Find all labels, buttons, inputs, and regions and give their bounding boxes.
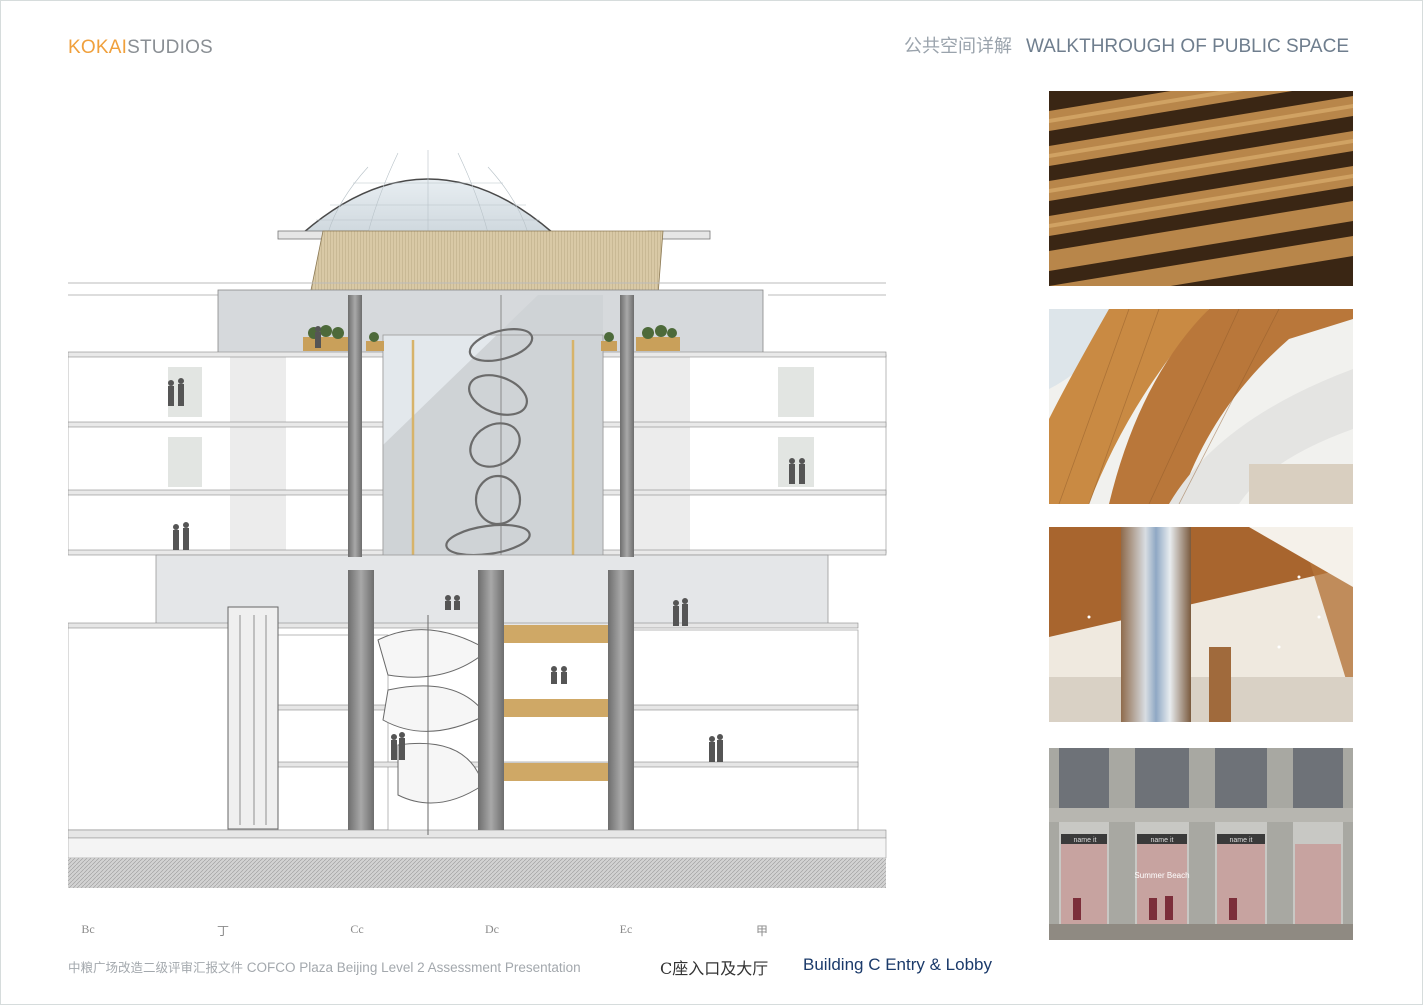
photo-column-with-wood-ceiling bbox=[1049, 527, 1353, 722]
header-title-en: WALKTHROUGH OF PUBLIC SPACE bbox=[1025, 36, 1349, 57]
axis-label-ding: 丁 bbox=[216, 924, 229, 938]
section-drawing bbox=[67, 145, 888, 890]
footer-document-title: 中粮广场改造二级评审汇报文件 COFCO Plaza Beijing Level… bbox=[68, 957, 581, 976]
brand-logo: KOKAISTUDIOS bbox=[68, 37, 213, 59]
shop-sign-1: name it bbox=[1074, 837, 1097, 844]
photo-shopfront: name it name it name it Summer Beach bbox=[1049, 748, 1353, 940]
footer-doc-zh: 中粮广场改造二级评审汇报文件 bbox=[68, 960, 244, 975]
brand-part2: STUDIOS bbox=[127, 37, 213, 58]
header-title-zh: 公共空间详解 bbox=[903, 36, 1012, 57]
axis-label-jia: 甲 bbox=[755, 924, 768, 938]
axis-label-cc: Cc bbox=[350, 922, 364, 936]
page-header: 公共空间详解 WALKTHROUGH OF PUBLIC SPACE bbox=[904, 32, 1349, 58]
footer-doc-en: COFCO Plaza Beijing Level 2 Assessment P… bbox=[246, 960, 581, 975]
shop-sign-3: name it bbox=[1230, 837, 1253, 844]
photo-wood-slat-ceiling bbox=[1049, 91, 1353, 286]
axis-label-bc: Bc bbox=[81, 922, 95, 936]
shop-sign-2: name it bbox=[1151, 837, 1174, 844]
axis-label-dc: Dc bbox=[485, 922, 499, 936]
footer-caption-zh: C座入口及大厅 bbox=[660, 959, 769, 978]
shop-display-text: Summer Beach bbox=[1134, 871, 1189, 880]
footer-caption-en: Building C Entry & Lobby bbox=[803, 955, 992, 974]
brand-part1: KOKAI bbox=[68, 37, 128, 58]
photo-curved-wood-balcony bbox=[1049, 309, 1353, 504]
axis-label-ec: Ec bbox=[619, 922, 633, 936]
